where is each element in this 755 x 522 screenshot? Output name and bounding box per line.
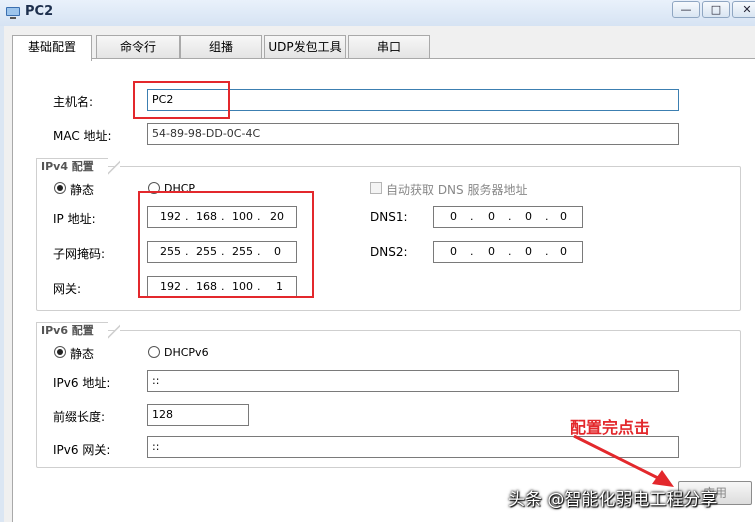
minimize-button[interactable]: — [672,1,700,18]
pc-app-icon [6,7,20,19]
close-icon: ✕ [742,3,752,16]
ipv6-address-label: IPv6 地址: [53,376,111,390]
ip-dot: . [470,210,474,223]
gateway-label: 网关: [53,282,82,296]
ip-octet: 0 [525,210,532,223]
tab-serial[interactable]: 串口 [348,35,430,59]
ip-dot: . [545,210,549,223]
ip-dot: . [545,245,549,258]
dns2-label: DNS2: [370,245,408,259]
minimize-icon: — [680,3,692,16]
prefix-length-label: 前缀长度: [53,410,106,424]
auto-dns-label: 自动获取 DNS 服务器地址 [386,183,528,197]
ipv6-group-title: IPv6 配置 [36,322,120,340]
ip-dot: . [470,245,474,258]
tab-basic-config[interactable]: 基础配置 [12,35,92,61]
mac-field: 54-89-98-DD-0C-4C [147,123,679,145]
ip-dot: . [508,210,512,223]
ipv6-dhcpv6-label: DHCPv6 [164,346,209,359]
auto-dns-checkbox[interactable] [370,182,382,194]
tab-label: 组播 [208,40,233,54]
title-bar: PC2 — □ ✕ [0,0,755,26]
ipv6-gateway-label: IPv6 网关: [53,443,111,457]
dns2-input[interactable]: 0 . 0 . 0 . 0 [433,241,583,263]
maximize-icon: □ [710,3,722,16]
ip-octet: 0 [525,245,532,258]
ip-octet: 0 [488,245,495,258]
ip-octet: 0 [450,245,457,258]
ipv6-dhcpv6-radio[interactable] [148,346,160,358]
ipv4-static-radio[interactable] [54,182,66,194]
subnet-mask-label: 子网掩码: [53,247,106,261]
ip-dot: . [508,245,512,258]
ipv4-group-title: IPv4 配置 [36,158,120,176]
prefix-length-input[interactable]: 128 [147,404,249,426]
hostname-highlight-box [133,81,230,119]
window-title: PC2 [25,4,54,19]
ipv6-static-radio[interactable] [54,346,66,358]
annotation-arrow [573,434,674,487]
hostname-label: 主机名: [53,95,94,109]
dns1-label: DNS1: [370,210,408,224]
ip-octet: 0 [560,245,567,258]
ipv6-static-label: 静态 [70,347,95,361]
ip-octet: 0 [450,210,457,223]
maximize-button[interactable]: □ [702,1,730,18]
ipv6-address-input[interactable]: :: [147,370,679,392]
tab-udp-tool[interactable]: UDP发包工具 [264,35,346,59]
tab-multicast[interactable]: 组播 [180,35,262,59]
dns1-input[interactable]: 0 . 0 . 0 . 0 [433,206,583,228]
ip-octet: 0 [560,210,567,223]
tab-label: 串口 [376,40,401,54]
ip-octet: 0 [488,210,495,223]
tab-command-line[interactable]: 命令行 [96,35,180,59]
tab-label: 命令行 [119,40,156,54]
close-button[interactable]: ✕ [732,1,755,18]
tab-label: UDP发包工具 [268,40,342,54]
ip-address-label: IP 地址: [53,212,96,226]
mac-label: MAC 地址: [53,129,112,143]
ipv4-static-label: 静态 [70,183,95,197]
ip-config-highlight-box [138,191,314,298]
watermark: 头条 @智能化弱电工程分享 [508,490,718,510]
tab-label: 基础配置 [27,40,76,54]
